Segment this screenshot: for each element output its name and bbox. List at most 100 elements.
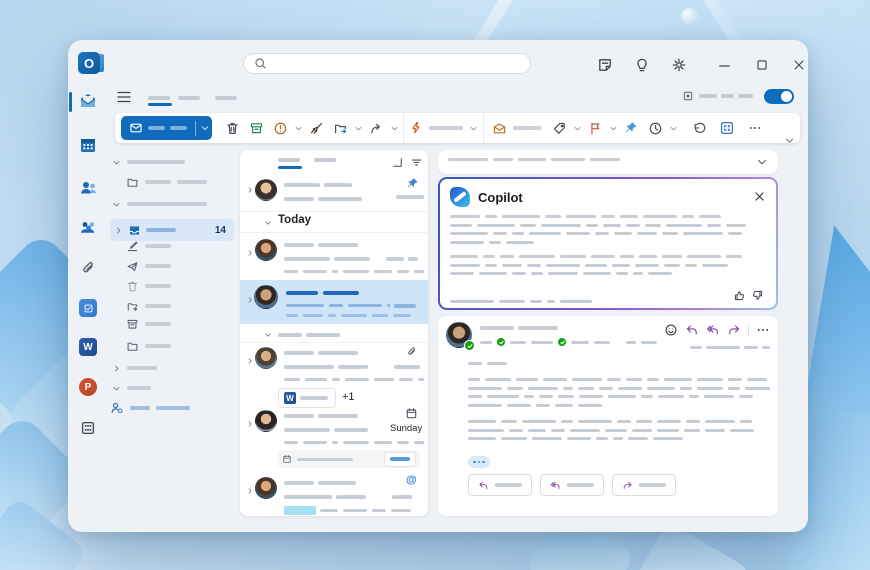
report-button[interactable] [268, 116, 292, 140]
suggested-reply-all-button[interactable] [540, 474, 604, 496]
reactions-smiley-icon[interactable] [664, 323, 678, 337]
collapsed-section-header[interactable] [112, 360, 157, 376]
apps-button[interactable] [715, 116, 739, 140]
more-actions-icon[interactable] [756, 323, 770, 337]
forward-button[interactable] [364, 116, 388, 140]
message-reading-card [438, 316, 778, 516]
thumbs-down-button[interactable] [748, 286, 766, 304]
rsvp-button[interactable] [384, 452, 416, 467]
view-tab-1[interactable] [148, 96, 170, 100]
flag-dropdown[interactable] [607, 116, 619, 140]
go-to-groups-item[interactable] [110, 400, 190, 416]
read-unread-button[interactable] [487, 116, 511, 140]
expanded-section-header[interactable] [112, 380, 151, 396]
minimize-button[interactable] [712, 53, 736, 77]
drafts-folder-item[interactable] [126, 238, 171, 254]
rail-groups-button[interactable] [76, 216, 100, 240]
hamburger-menu-button[interactable] [114, 88, 134, 106]
undo-button[interactable] [687, 116, 711, 140]
snooze-dropdown[interactable] [667, 116, 679, 140]
placeholder-line [595, 232, 609, 235]
maximize-button[interactable] [750, 53, 774, 77]
settings-button[interactable] [667, 53, 691, 77]
move-to-button[interactable] [328, 116, 352, 140]
sweep-button[interactable] [304, 116, 328, 140]
collapse-ribbon-button[interactable] [784, 135, 795, 146]
pin-button[interactable] [619, 116, 643, 140]
rsvp-bar[interactable] [278, 450, 420, 468]
expand-chevron-icon[interactable] [246, 186, 254, 194]
placeholder-line [639, 483, 666, 487]
placeholder-line [468, 362, 482, 365]
archive-button[interactable] [244, 116, 268, 140]
placeholder-line [563, 387, 573, 390]
reply-icon[interactable] [685, 323, 699, 337]
placeholder-line [284, 243, 314, 247]
placeholder-line [645, 224, 661, 227]
expand-chevron-icon[interactable] [246, 296, 254, 304]
reading-pane-layout-button[interactable] [388, 153, 406, 171]
expand-chevron-icon[interactable] [246, 487, 254, 495]
close-button[interactable] [787, 53, 811, 77]
junk-folder-item[interactable] [126, 298, 171, 314]
categorize-dropdown[interactable] [571, 116, 583, 140]
placeholder-line [539, 395, 553, 398]
list-tab-other[interactable] [314, 158, 336, 162]
chevron-down-icon[interactable] [200, 123, 210, 133]
notes-folder-item[interactable] [126, 338, 171, 354]
sent-folder-item[interactable] [126, 258, 171, 274]
rail-word-button[interactable]: W [76, 335, 100, 359]
copilot-close-button[interactable] [750, 187, 768, 205]
list-tab-focused[interactable] [278, 158, 300, 162]
collapse-chevron-icon[interactable] [756, 156, 768, 168]
view-tab-3[interactable] [215, 96, 237, 100]
trimmed-content-button[interactable] [468, 456, 490, 468]
rail-people-button[interactable] [76, 176, 100, 200]
message-row-selected[interactable] [240, 280, 428, 324]
new-outlook-toggle[interactable] [764, 89, 794, 104]
forward-dropdown[interactable] [388, 116, 400, 140]
suggested-reply-button[interactable] [468, 474, 532, 496]
forward-icon[interactable] [727, 323, 741, 337]
new-mail-button[interactable] [121, 116, 212, 140]
filter-button[interactable] [407, 153, 425, 171]
quick-steps-group[interactable] [403, 114, 484, 142]
archive-folder-item[interactable] [126, 316, 171, 332]
deleted-folder-item[interactable] [126, 278, 171, 294]
expand-chevron-icon[interactable] [246, 357, 254, 365]
expand-chevron-icon[interactable] [246, 249, 254, 257]
attachment-chip[interactable]: W [278, 388, 336, 408]
report-dropdown[interactable] [292, 116, 304, 140]
view-tab-2[interactable] [178, 96, 200, 100]
snooze-button[interactable] [643, 116, 667, 140]
move-to-dropdown[interactable] [352, 116, 364, 140]
rail-files-button[interactable] [76, 256, 100, 280]
expand-chevron-icon[interactable] [246, 420, 254, 428]
pin-icon[interactable] [406, 177, 419, 190]
rail-mail-button[interactable] [76, 89, 100, 113]
placeholder-line [372, 314, 388, 317]
account-section-header[interactable] [112, 196, 207, 212]
favorites-section-header[interactable] [112, 154, 185, 170]
placeholder-line [450, 300, 494, 303]
search-input[interactable] [243, 53, 531, 74]
placeholder-line [399, 378, 413, 381]
flag-button[interactable] [583, 116, 607, 140]
favorite-folder-item[interactable] [126, 174, 207, 190]
categorize-button[interactable] [547, 116, 571, 140]
suggested-forward-button[interactable] [612, 474, 676, 496]
placeholder-line [520, 224, 536, 227]
feedback-note-button[interactable] [593, 53, 617, 77]
rail-more-apps-button[interactable] [76, 416, 100, 440]
tips-button[interactable] [630, 53, 654, 77]
more-options-button[interactable] [743, 116, 767, 140]
rail-powerpoint-button[interactable]: P [76, 375, 100, 399]
placeholder-line [620, 215, 638, 218]
ellipsis-icon [748, 121, 762, 135]
thumbs-up-button[interactable] [730, 286, 748, 304]
reply-all-icon[interactable] [706, 323, 720, 337]
rail-calendar-button[interactable] [76, 133, 100, 157]
rail-todo-button[interactable] [76, 296, 100, 320]
delete-button[interactable] [220, 116, 244, 140]
more-attachments-label[interactable]: +1 [342, 391, 355, 403]
